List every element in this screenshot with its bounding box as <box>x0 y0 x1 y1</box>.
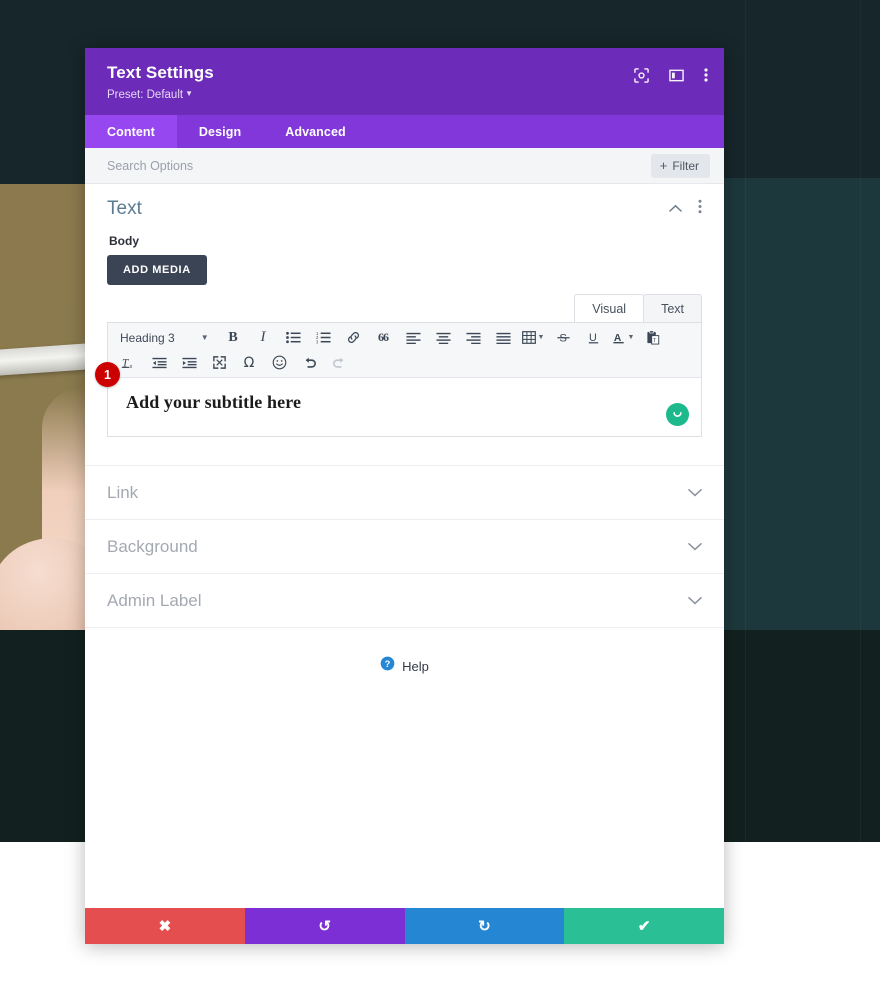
tab-content[interactable]: Content <box>85 115 177 148</box>
format-select-value: Heading 3 <box>120 330 175 345</box>
tab-design[interactable]: Design <box>177 115 263 148</box>
redo-icon: ↻ <box>478 917 491 935</box>
preset-selector[interactable]: Preset: Default ▼ <box>107 86 214 103</box>
align-left-icon[interactable] <box>398 325 428 350</box>
redo-icon[interactable] <box>324 350 354 375</box>
focus-icon[interactable] <box>634 67 649 83</box>
page-title: Text Settings <box>107 63 214 82</box>
search-input[interactable] <box>107 158 407 173</box>
add-media-button[interactable]: ADD MEDIA <box>107 255 207 285</box>
svg-text:x: x <box>129 364 132 370</box>
undo-icon[interactable] <box>294 350 324 375</box>
bold-icon[interactable]: B <box>218 325 248 350</box>
body-field: Body ADD MEDIA Visual Text Heading 3 ▼ B… <box>85 234 724 437</box>
chevron-down-icon <box>688 484 702 502</box>
accordion-background[interactable]: Background <box>85 519 724 573</box>
svg-text:?: ? <box>385 659 391 669</box>
text-section-header: Text <box>85 184 724 228</box>
help-label: Help <box>402 658 429 674</box>
svg-text:U: U <box>589 332 597 344</box>
align-center-icon[interactable] <box>428 325 458 350</box>
tab-text[interactable]: Text <box>643 294 702 322</box>
svg-text:3: 3 <box>316 339 319 344</box>
toolbar-row-1: Heading 3 ▼ B I 1 2 3 66 ▼ U A ▼ T <box>114 325 695 350</box>
accordion-admin-label-label: Admin Label <box>107 590 202 610</box>
filter-button[interactable]: + Filter <box>650 153 710 178</box>
blockquote-icon[interactable]: 66 <box>368 325 398 350</box>
svg-text:T: T <box>653 338 657 344</box>
text-color-icon[interactable]: A ▼ <box>608 325 638 350</box>
accordion-admin-label[interactable]: Admin Label <box>85 573 724 627</box>
editor-tab-row: Visual Text <box>107 294 702 322</box>
search-row: + Filter <box>85 148 724 184</box>
chevron-down-icon <box>688 592 702 610</box>
format-select[interactable]: Heading 3 ▼ <box>114 325 218 350</box>
link-icon[interactable] <box>338 325 368 350</box>
tab-visual[interactable]: Visual <box>574 294 645 322</box>
cancel-button[interactable]: ✖ <box>85 908 245 944</box>
underline-icon[interactable]: U <box>578 325 608 350</box>
paste-as-text-icon[interactable]: T <box>638 325 668 350</box>
accordion-link[interactable]: Link <box>85 465 724 519</box>
rich-text-editor: Heading 3 ▼ B I 1 2 3 66 ▼ U A ▼ T T x Ω… <box>95 322 702 437</box>
editor-mode-tabs: Visual Text <box>574 294 702 322</box>
strikethrough-icon[interactable]: S <box>548 325 578 350</box>
header-icon-group <box>634 67 708 83</box>
text-settings-modal: Text Settings Preset: Default ▼ Content … <box>85 48 724 944</box>
emoticon-icon[interactable] <box>264 350 294 375</box>
editor-text[interactable]: Add your subtitle here <box>126 392 683 413</box>
filter-label: Filter <box>672 158 699 173</box>
layout-panel-icon[interactable] <box>669 68 684 83</box>
bullet-list-icon[interactable] <box>278 325 308 350</box>
editor-toolbar: Heading 3 ▼ B I 1 2 3 66 ▼ U A ▼ T T x Ω <box>108 323 701 378</box>
toolbar-row-2: T x Ω <box>114 350 695 375</box>
backdrop-seam <box>745 0 746 842</box>
preset-label: Preset: Default <box>107 89 184 101</box>
outdent-icon[interactable] <box>144 350 174 375</box>
modal-header: Text Settings Preset: Default ▼ <box>85 48 724 115</box>
check-icon: ✔ <box>637 917 651 935</box>
chevron-down-icon: ▼ <box>185 89 193 98</box>
undo-icon: ↺ <box>318 917 331 935</box>
undo-button[interactable]: ↺ <box>244 908 405 944</box>
fullscreen-icon[interactable] <box>204 350 234 375</box>
chevron-down-icon <box>688 538 702 556</box>
align-justify-icon[interactable] <box>488 325 518 350</box>
step-badge-1: 1 <box>95 362 120 387</box>
background-photo <box>0 178 85 630</box>
save-button[interactable]: ✔ <box>564 908 724 944</box>
modal-footer: ✖ ↺ ↻ ✔ <box>85 908 724 944</box>
accordion-background-label: Background <box>107 536 198 556</box>
close-icon: ✖ <box>158 917 172 935</box>
more-vertical-icon[interactable] <box>698 199 702 219</box>
accordion-link-label: Link <box>107 482 139 502</box>
chevron-up-icon[interactable] <box>669 200 682 218</box>
more-vertical-icon[interactable] <box>704 67 708 83</box>
grammarly-smile-icon[interactable] <box>666 403 689 426</box>
help-circle-icon: ? <box>380 656 395 676</box>
special-character-icon[interactable]: Ω <box>234 350 264 375</box>
indent-icon[interactable] <box>174 350 204 375</box>
table-icon[interactable]: ▼ <box>518 325 548 350</box>
chevron-down-icon: ▼ <box>200 333 209 342</box>
help-link[interactable]: ? Help <box>85 628 724 676</box>
modal-tabs: Content Design Advanced <box>85 115 724 148</box>
plus-icon: + <box>659 158 668 173</box>
align-right-icon[interactable] <box>458 325 488 350</box>
section-title-text: Text <box>107 198 142 219</box>
editor-content-area[interactable]: 1 Add your subtitle here <box>95 362 701 436</box>
redo-button[interactable]: ↻ <box>404 908 565 944</box>
page-root: Text Settings Preset: Default ▼ Content … <box>0 0 880 985</box>
body-field-label: Body <box>109 234 139 248</box>
numbered-list-icon[interactable]: 1 2 3 <box>308 325 338 350</box>
backdrop-seam <box>860 0 861 842</box>
modal-body: Text Body ADD MEDIA Visual Text Heading … <box>85 184 724 908</box>
italic-icon[interactable]: I <box>248 325 278 350</box>
tab-advanced[interactable]: Advanced <box>263 115 368 148</box>
